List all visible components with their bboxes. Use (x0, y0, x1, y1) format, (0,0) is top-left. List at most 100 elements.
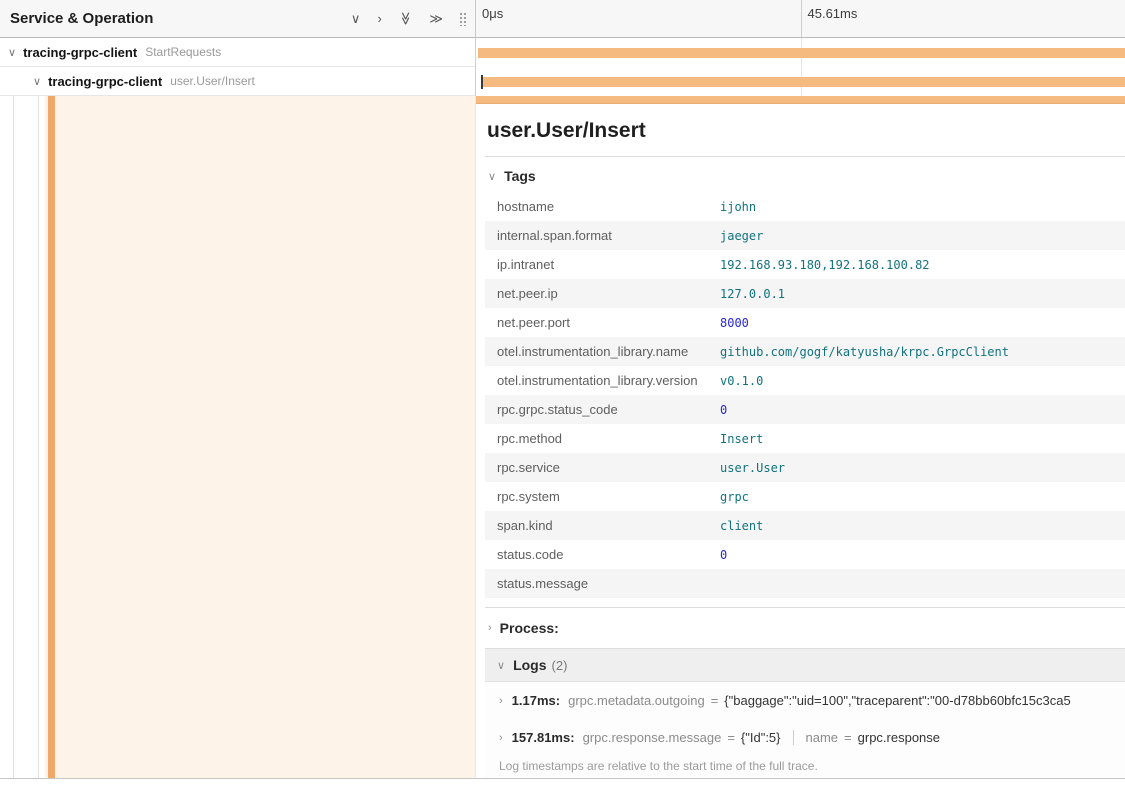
log-equals-sign: = (727, 730, 735, 745)
span-service-name: tracing-grpc-client (48, 74, 162, 89)
log-entry[interactable]: › 157.81ms: grpc.response.message = {"Id… (485, 719, 1125, 756)
tag-row: otel.instrumentation_library.name github… (485, 337, 1125, 366)
tag-value: user.User (720, 461, 785, 475)
log-timestamp: 1.17ms: (512, 693, 560, 708)
tag-key: rpc.method (485, 431, 720, 446)
span-operation-name: user.User/Insert (170, 74, 255, 88)
log-field-name: grpc.metadata.outgoing (568, 693, 705, 708)
tag-row: rpc.method Insert (485, 424, 1125, 453)
chevron-down-icon[interactable]: ∨ (33, 75, 41, 88)
span-start-tick (481, 75, 483, 89)
tag-value: github.com/gogf/katyusha/krpc.GrpcClient (720, 345, 1009, 359)
tag-row: hostname ijohn (485, 192, 1125, 221)
chevron-down-icon[interactable]: ∨ (351, 12, 361, 25)
tag-value: 0 (720, 403, 727, 417)
tag-key: net.peer.ip (485, 286, 720, 301)
tree-guide-line (13, 96, 14, 778)
span-name-cell[interactable]: ∨ tracing-grpc-client user.User/Insert (0, 67, 475, 96)
log-field-value: {"Id":5} (741, 730, 781, 745)
tags-section-label: Tags (504, 168, 536, 184)
panel-resize-grip[interactable] (459, 12, 468, 26)
span-timeline-cell[interactable] (475, 67, 1125, 96)
tags-section-toggle[interactable]: ∨ Tags (485, 157, 1125, 192)
logs-footer-note: Log timestamps are relative to the start… (485, 756, 1125, 778)
tag-row: ip.intranet 192.168.93.180,192.168.100.8… (485, 250, 1125, 279)
tag-value: ijohn (720, 200, 756, 214)
chevron-down-icon: ∨ (497, 659, 505, 672)
tag-row: status.message (485, 569, 1125, 598)
selected-span-highlight (45, 96, 475, 778)
logs-list: › 1.17ms: grpc.metadata.outgoing = {"bag… (485, 682, 1125, 778)
chevron-right-icon: › (499, 732, 503, 744)
service-operation-header: Service & Operation ∨ › ≫ ≫ (0, 0, 475, 37)
logs-section-header: ∨ Logs (2) (485, 648, 1125, 682)
tag-value: Insert (720, 432, 763, 446)
double-chevron-right-icon[interactable]: ≫ (429, 12, 443, 25)
span-detail-row: user.User/Insert ∨ Tags hostname ijohn i… (0, 96, 1125, 778)
tag-key: status.code (485, 547, 720, 562)
span-timeline-cell[interactable] (475, 38, 1125, 67)
tag-key: otel.instrumentation_library.version (485, 373, 720, 388)
chevron-right-icon: › (488, 622, 492, 634)
process-section-toggle[interactable]: › Process: (485, 608, 1125, 648)
tag-row: net.peer.port 8000 (485, 308, 1125, 337)
span-detail-title: user.User/Insert (485, 104, 1125, 157)
trace-timeline-view: Service & Operation ∨ › ≫ ≫ 0μs 45.61ms … (0, 0, 1125, 779)
ruler-tick-start: 0μs (476, 0, 503, 37)
tag-key: rpc.grpc.status_code (485, 402, 720, 417)
process-section: › Process: (485, 607, 1125, 648)
tag-value: jaeger (720, 229, 763, 243)
tag-row: span.kind client (485, 511, 1125, 540)
span-bar[interactable] (478, 48, 1125, 58)
span-color-stripe (48, 96, 55, 778)
log-field-name: name (806, 730, 839, 745)
tag-key: otel.instrumentation_library.name (485, 344, 720, 359)
span-tree-gutter (0, 96, 475, 778)
span-bar[interactable] (483, 77, 1125, 87)
service-operation-title: Service & Operation (10, 10, 351, 27)
tag-row: rpc.grpc.status_code 0 (485, 395, 1125, 424)
tag-row: internal.span.format jaeger (485, 221, 1125, 250)
logs-section-label: Logs (513, 657, 546, 673)
chevron-right-icon[interactable]: › (377, 12, 381, 25)
tags-table: hostname ijohn internal.span.format jaeg… (485, 192, 1125, 598)
span-service-name: tracing-grpc-client (23, 45, 137, 60)
tag-value: 0 (720, 548, 727, 562)
tag-row: net.peer.ip 127.0.0.1 (485, 279, 1125, 308)
chevron-right-icon: › (499, 695, 503, 707)
tag-row: status.code 0 (485, 540, 1125, 569)
tree-guide-line (38, 96, 39, 778)
timeline-header-row: Service & Operation ∨ › ≫ ≫ 0μs 45.61ms (0, 0, 1125, 38)
span-detail-body: user.User/Insert ∨ Tags hostname ijohn i… (476, 104, 1125, 778)
tag-value: grpc (720, 490, 749, 504)
log-field-divider (793, 730, 794, 745)
log-equals-sign: = (844, 730, 852, 745)
tag-value: 8000 (720, 316, 749, 330)
expand-collapse-controls: ∨ › ≫ ≫ (351, 12, 443, 25)
tag-key: status.message (485, 576, 720, 591)
span-detail-panel: user.User/Insert ∨ Tags hostname ijohn i… (475, 96, 1125, 778)
double-chevron-down-icon[interactable]: ≫ (399, 12, 412, 26)
span-name-cell[interactable]: ∨ tracing-grpc-client StartRequests (0, 38, 475, 67)
logs-section-toggle[interactable]: ∨ Logs (2) (485, 649, 1125, 681)
log-field-value: {"baggage":"uid=100","traceparent":"00-d… (724, 693, 1070, 708)
log-field-name: grpc.response.message (583, 730, 722, 745)
tag-key: rpc.service (485, 460, 720, 475)
tag-value: client (720, 519, 763, 533)
tag-row: otel.instrumentation_library.version v0.… (485, 366, 1125, 395)
chevron-down-icon[interactable]: ∨ (8, 46, 16, 59)
chevron-down-icon: ∨ (488, 170, 496, 183)
tag-value: 192.168.93.180,192.168.100.82 (720, 258, 930, 272)
log-field-value: grpc.response (858, 730, 940, 745)
span-row-start-requests[interactable]: ∨ tracing-grpc-client StartRequests (0, 38, 1125, 67)
tag-value: v0.1.0 (720, 374, 763, 388)
tag-value: 127.0.0.1 (720, 287, 785, 301)
log-entry[interactable]: › 1.17ms: grpc.metadata.outgoing = {"bag… (485, 682, 1125, 719)
span-row-user-insert[interactable]: ∨ tracing-grpc-client user.User/Insert (0, 67, 1125, 96)
span-detail-accent-bar (476, 96, 1125, 104)
logs-count-badge: (2) (552, 658, 568, 673)
log-equals-sign: = (711, 693, 719, 708)
tag-row: rpc.system grpc (485, 482, 1125, 511)
tag-row: rpc.service user.User (485, 453, 1125, 482)
tag-key: net.peer.port (485, 315, 720, 330)
